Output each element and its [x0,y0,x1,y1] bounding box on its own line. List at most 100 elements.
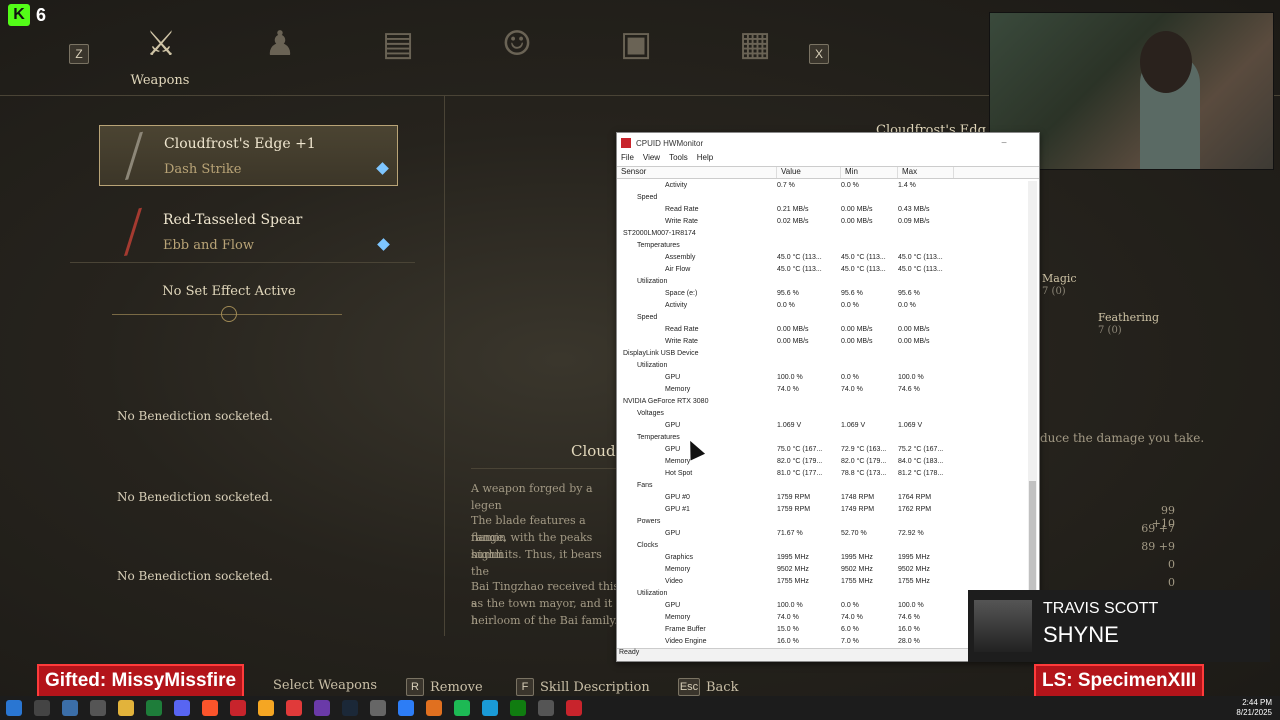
window-titlebar[interactable]: CPUID HWMonitor − [617,133,1039,153]
sensor-row[interactable]: Activity 0.7 % 0.0 % 1.4 % [617,179,1039,191]
tab-chest-icon[interactable]: ▤ [368,14,428,74]
sensor-row[interactable]: Write Rate 0.00 MB/s 0.00 MB/s 0.00 MB/s [617,335,1039,347]
menu-file[interactable]: File [621,153,634,166]
discord-icon[interactable] [174,700,190,716]
steam-icon[interactable] [342,700,358,716]
prev-tab-key[interactable]: Z [69,44,89,64]
file-explorer-icon[interactable] [118,700,134,716]
sensor-row[interactable]: GPU 100.0 % 0.0 % 100.0 % [617,371,1039,383]
hint-skill-description[interactable]: F Skill Description [516,678,650,696]
hint-remove[interactable]: R Remove [406,678,483,696]
cpuid-logo-icon [621,138,631,148]
tab-weapons-label[interactable]: Weapons [120,73,200,88]
hint-label: Skill Description [540,679,650,695]
tab-items-icon[interactable]: ▣ [606,14,666,74]
app-icon[interactable] [426,700,442,716]
sensor-row[interactable]: Temperatures [617,239,1039,251]
sensor-row[interactable]: Voltages [617,407,1039,419]
minimize-icon[interactable]: − [1001,138,1007,149]
app-icon[interactable] [230,700,246,716]
benediction-slot-2[interactable]: No Benediction socketed. [117,490,273,504]
sensor-row[interactable]: GPU 75.0 °C (167... 72.9 °C (163... 75.2 °C… [617,443,1039,455]
tab-armor-icon[interactable]: ♟ [250,14,310,74]
hint-key: Esc [678,678,700,696]
sensor-row[interactable]: Hot Spot 81.0 °C (177... 78.8 °C (173... 81… [617,467,1039,479]
menu-view[interactable]: View [643,153,660,166]
tab-scrolls-icon[interactable]: ▦ [725,14,785,74]
sensor-row[interactable]: Utilization [617,275,1039,287]
tab-character-icon[interactable]: ☺ [487,14,547,74]
app-icon[interactable] [566,700,582,716]
sensor-tree[interactable]: Activity 0.7 % 0.0 % 1.4 % Speed Read Rate 0.2… [617,179,1039,647]
sensor-row[interactable]: Speed [617,191,1039,203]
sensor-row[interactable]: DisplayLink USB Device [617,347,1039,359]
app-icon[interactable] [482,700,498,716]
app-icon[interactable] [538,700,554,716]
weapon-slot-1[interactable]: ╱ Cloudfrost's Edge +1 Dash Strike [99,125,398,186]
task-view-icon[interactable] [62,700,78,716]
menu-tools[interactable]: Tools [669,153,688,166]
scrollbar-thumb[interactable] [1029,481,1036,591]
sensor-row[interactable]: Temperatures [617,431,1039,443]
sensor-label: Write Rate [665,337,698,345]
menu-help[interactable]: Help [697,153,713,166]
column-sensor[interactable]: Sensor [617,167,777,178]
sensor-row[interactable]: Read Rate 0.21 MB/s 0.00 MB/s 0.43 MB/s [617,203,1039,215]
sensor-row[interactable]: GPU #1 1759 RPM 1749 RPM 1762 RPM [617,503,1039,515]
scrollbar[interactable] [1028,181,1037,641]
search-icon[interactable] [34,700,50,716]
sensor-row[interactable]: Activity 0.0 % 0.0 % 0.0 % [617,299,1039,311]
app-icon[interactable] [314,700,330,716]
next-tab-key[interactable]: X [809,44,829,64]
sensor-row[interactable]: GPU 1.069 V 1.069 V 1.069 V [617,419,1039,431]
sensor-min: 0.00 MB/s [841,337,873,345]
stat-value: 69 +7 [1141,522,1175,535]
sensor-row[interactable]: Graphics 1995 MHz 1995 MHz 1995 MHz [617,551,1039,563]
sensor-row[interactable]: Assembly 45.0 °C (113... 45.0 °C (113... 45… [617,251,1039,263]
menu-bar: File View Tools Help [617,153,1039,166]
column-max[interactable]: Max [898,167,954,178]
sensor-row[interactable]: NVIDIA GeForce RTX 3080 [617,395,1039,407]
sensor-row[interactable]: GPU 71.67 % 52.70 % 72.92 % [617,527,1039,539]
tab-weapons-icon[interactable]: ⚔ [131,14,191,74]
app-icon[interactable] [90,700,106,716]
app-icon[interactable] [286,700,302,716]
sensor-row[interactable]: Memory 82.0 °C (179... 82.0 °C (179... 84.0… [617,455,1039,467]
sensor-row[interactable]: Utilization [617,359,1039,371]
brave-icon[interactable] [202,700,218,716]
sensor-row[interactable]: Fans [617,479,1039,491]
weapon-slot-2[interactable]: ╱ Red-Tasseled Spear Ebb and Flow [99,202,398,263]
sensor-label: Utilization [637,277,668,285]
hwmonitor-window[interactable]: CPUID HWMonitor − File View Tools Help S… [616,132,1040,662]
sensor-row[interactable]: ST2000LM007-1R8174 [617,227,1039,239]
sensor-row[interactable]: Powers [617,515,1039,527]
sensor-max: 45.0 °C (113... [898,265,943,273]
app-icon[interactable] [258,700,274,716]
sensor-value: 0.0 % [777,301,795,309]
sensor-row[interactable]: Speed [617,311,1039,323]
sensor-row[interactable]: Read Rate 0.00 MB/s 0.00 MB/s 0.00 MB/s [617,323,1039,335]
now-playing-widget: TRAVIS SCOTT SHYNE [968,590,1270,662]
sensor-row[interactable]: Memory 74.0 % 74.0 % 74.6 % [617,383,1039,395]
sensor-row[interactable]: Write Rate 0.02 MB/s 0.00 MB/s 0.09 MB/s [617,215,1039,227]
xbox-icon[interactable] [510,700,526,716]
column-min[interactable]: Min [841,167,898,178]
hint-back[interactable]: Esc Back [678,678,738,696]
app-icon[interactable] [398,700,414,716]
sensor-row[interactable]: Memory 9502 MHz 9502 MHz 9502 MHz [617,563,1039,575]
column-value[interactable]: Value [777,167,841,178]
app-icon[interactable] [370,700,386,716]
windows-start-icon[interactable] [6,700,22,716]
app-icon[interactable] [146,700,162,716]
benediction-slot-1[interactable]: No Benediction socketed. [117,409,273,423]
spotify-icon[interactable] [454,700,470,716]
hint-select-weapons[interactable]: Select Weapons [273,678,377,693]
sensor-value: 74.0 % [777,385,799,393]
sensor-row[interactable]: Space (e:) 95.6 % 95.6 % 95.6 % [617,287,1039,299]
sensor-row[interactable]: Air Flow 45.0 °C (113... 45.0 °C (113... 45… [617,263,1039,275]
taskbar-clock[interactable]: 2:44 PM 8/21/2025 [1236,698,1272,718]
benediction-slot-3[interactable]: No Benediction socketed. [117,569,273,583]
sensor-row[interactable]: Video 1755 MHz 1755 MHz 1755 MHz [617,575,1039,587]
sensor-row[interactable]: GPU #0 1759 RPM 1748 RPM 1764 RPM [617,491,1039,503]
sensor-row[interactable]: Clocks [617,539,1039,551]
